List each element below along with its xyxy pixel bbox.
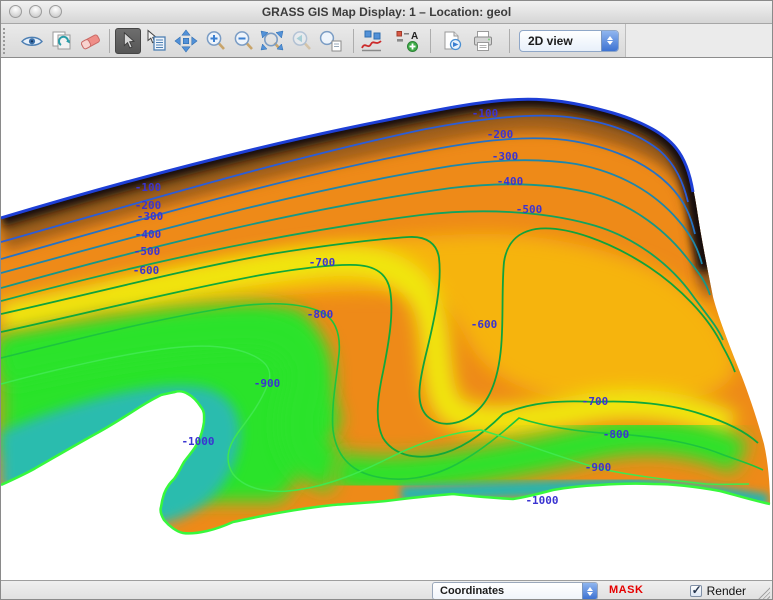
- pointer-icon: [117, 30, 139, 52]
- toolbar-separator: [353, 29, 354, 53]
- resize-grip[interactable]: [756, 586, 770, 600]
- add-overlay-button[interactable]: A: [395, 28, 421, 54]
- zoom-in-icon: [204, 29, 228, 53]
- pan-button[interactable]: [173, 28, 199, 54]
- contour-label: -500: [134, 245, 161, 258]
- statusbar-mode-stepper: [582, 583, 597, 599]
- statusbar-mode-value: Coordinates: [433, 585, 582, 597]
- zoom-options-button[interactable]: [317, 28, 343, 54]
- display-map-button[interactable]: [19, 28, 45, 54]
- analyze-icon: [359, 29, 385, 53]
- zoom-back-button[interactable]: [289, 28, 315, 54]
- zoom-in-button[interactable]: [203, 28, 229, 54]
- print-display-button[interactable]: [470, 28, 496, 54]
- toolbar-separator: [509, 29, 510, 53]
- view-mode-select[interactable]: 2D view: [519, 30, 619, 52]
- query-icon: [144, 29, 168, 53]
- contour-label: -400: [135, 228, 162, 241]
- contour-label: -900: [254, 377, 281, 390]
- save-display-button[interactable]: [439, 28, 465, 54]
- render-checkbox[interactable]: ✓: [690, 585, 702, 597]
- map-toolbar: A: [1, 24, 772, 58]
- status-bar: Coordinates MASK ✓ Render: [1, 580, 772, 600]
- pan-icon: [174, 29, 198, 53]
- check-icon: ✓: [692, 583, 702, 597]
- contour-label: -500: [516, 203, 543, 216]
- analyze-button[interactable]: [359, 28, 385, 54]
- zoom-out-button[interactable]: [231, 28, 257, 54]
- contour-label: -700: [582, 395, 609, 408]
- view-mode-stepper: [601, 31, 618, 51]
- contour-label: -900: [585, 461, 612, 474]
- contour-label: -600: [133, 264, 160, 277]
- contour-label: -200: [487, 128, 514, 141]
- zoom-extent-icon: [259, 29, 285, 53]
- render-map-button[interactable]: [49, 28, 75, 54]
- add-overlay-icon: A: [395, 29, 421, 53]
- contour-label: -800: [603, 428, 630, 441]
- print-icon: [471, 29, 495, 53]
- render-map-icon: [50, 29, 74, 53]
- toolbar-filler: [626, 24, 772, 57]
- contour-label: -100: [472, 107, 499, 120]
- zoom-extent-button[interactable]: [259, 28, 285, 54]
- eraser-icon: [78, 29, 102, 53]
- contour-label: -1000: [525, 494, 558, 507]
- svg-text:A: A: [411, 31, 418, 42]
- zoom-out-icon: [232, 29, 256, 53]
- title-bar: GRASS GIS Map Display: 1 – Location: geo…: [1, 1, 772, 24]
- contour-label: -700: [309, 256, 336, 269]
- statusbar-mode-select[interactable]: Coordinates: [432, 582, 598, 600]
- map-canvas[interactable]: -100 -200 -300 -400 -500 -100 -200 -300 …: [1, 58, 772, 580]
- mask-indicator: MASK: [609, 584, 643, 596]
- pointer-button[interactable]: [115, 28, 141, 54]
- contour-label: -300: [492, 150, 519, 163]
- view-mode-value: 2D view: [520, 34, 601, 48]
- contour-label: -300: [137, 210, 164, 223]
- contour-label: -800: [307, 308, 334, 321]
- contour-label: -400: [497, 175, 524, 188]
- eye-icon: [20, 29, 44, 53]
- contour-label: -1000: [181, 435, 214, 448]
- toolbar-separator: [430, 29, 431, 53]
- grass-map-display-window: GRASS GIS Map Display: 1 – Location: geo…: [0, 0, 773, 600]
- zoom-back-icon: [290, 29, 314, 53]
- toolbar-drag-handle[interactable]: [3, 28, 11, 54]
- toolbar-separator: [109, 29, 110, 53]
- render-checkbox-label: Render: [707, 584, 746, 598]
- contour-label: -100: [135, 181, 162, 194]
- erase-display-button[interactable]: [77, 28, 103, 54]
- save-icon: [440, 29, 464, 53]
- map-raster: -100 -200 -300 -400 -500 -100 -200 -300 …: [1, 58, 772, 580]
- zoom-options-icon: [317, 29, 343, 53]
- window-title: GRASS GIS Map Display: 1 – Location: geo…: [1, 1, 772, 23]
- query-button[interactable]: [143, 28, 169, 54]
- contour-label: -600: [471, 318, 498, 331]
